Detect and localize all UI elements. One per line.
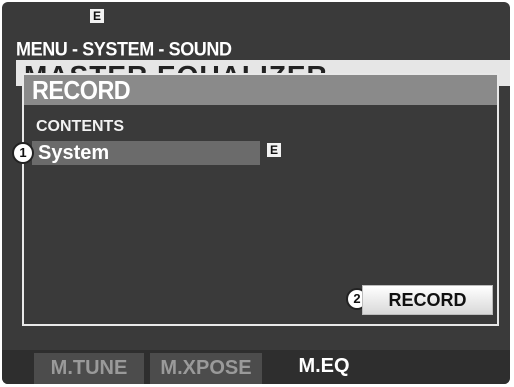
breadcrumb: MENU - SYSTEM - SOUND bbox=[16, 38, 232, 60]
edit-indicator-badge: E bbox=[90, 9, 104, 23]
tab-m-eq[interactable]: M.EQ bbox=[270, 353, 378, 384]
tab-m-xpose[interactable]: M.XPOSE bbox=[150, 353, 262, 384]
contents-label: CONTENTS bbox=[36, 118, 124, 135]
tab-strip: M.TUNE M.XPOSE M.EQ bbox=[2, 350, 510, 384]
contents-value: System bbox=[38, 142, 110, 164]
contents-selector[interactable]: System bbox=[32, 141, 260, 165]
callout-1-marker: 1 bbox=[12, 142, 34, 164]
dialog-title: RECORD bbox=[32, 75, 131, 105]
record-button[interactable]: RECORD bbox=[362, 285, 493, 315]
tab-m-tune[interactable]: M.TUNE bbox=[34, 353, 144, 384]
record-dialog: RECORD CONTENTS System E 1 2 RECORD bbox=[12, 73, 499, 326]
dialog-title-bar: RECORD bbox=[24, 75, 497, 105]
device-screen: E MENU - SYSTEM - SOUND MASTER EQUALIZER… bbox=[2, 2, 510, 384]
contents-edit-badge: E bbox=[267, 143, 281, 157]
